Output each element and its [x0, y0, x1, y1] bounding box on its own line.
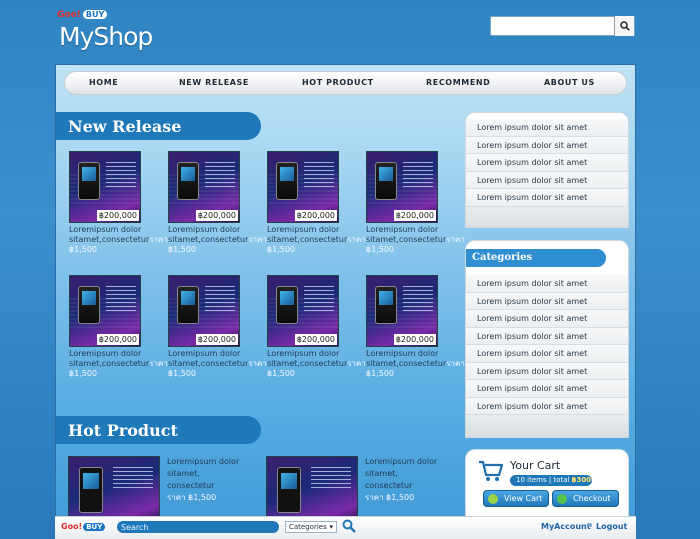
- separator-dot: [588, 523, 592, 527]
- product-image[interactable]: ฿200,000: [267, 151, 339, 223]
- category-item[interactable]: Lorem ipsum dolor sit amet: [466, 345, 628, 363]
- product-image[interactable]: ฿200,000: [366, 275, 438, 347]
- category-item[interactable]: Lorem ipsum dolor sit amet: [466, 292, 628, 310]
- chevron-down-icon: ▾: [329, 523, 333, 531]
- price-tag: ฿200,000: [294, 334, 337, 345]
- nav-recommend[interactable]: RECOMMEND: [426, 78, 490, 87]
- categories-filler: [466, 415, 628, 437]
- product-desc: Loremipsum dolor sitamet,consecteturราคา…: [366, 225, 465, 254]
- category-item[interactable]: Lorem ipsum dolor sit amet: [466, 397, 628, 415]
- nav-home[interactable]: HOME: [89, 78, 118, 87]
- bottom-search-input[interactable]: [117, 521, 279, 533]
- cart-summary: 10 items | total ฿30000: [510, 475, 592, 486]
- cart-items-label: items | total: [527, 476, 570, 484]
- cart-title: Your Cart: [510, 459, 561, 472]
- bottom-logo[interactable]: Goo! BUY: [61, 522, 106, 531]
- categories-select[interactable]: Categories ▾: [285, 521, 337, 533]
- brand-logo[interactable]: Goo! BUY MyShop: [57, 10, 157, 51]
- hot-product-desc: Loremipsum dolor sitamet, consectetur ราค…: [365, 457, 438, 502]
- product-desc: Loremipsum dolor sitamet,consecteturราคา…: [168, 225, 267, 254]
- category-item[interactable]: Lorem ipsum dolor sit amet: [466, 275, 628, 293]
- sidebar-link[interactable]: Lorem ipsum dolor sit amet: [466, 136, 628, 154]
- price-tag: ฿200,000: [195, 210, 238, 221]
- cart-count: 10: [516, 476, 525, 484]
- product-image[interactable]: ฿200,000: [168, 275, 240, 347]
- sidebar-filler: [466, 206, 628, 227]
- view-cart-button[interactable]: View Cart: [483, 490, 549, 507]
- product-desc: Loremipsum dolor sitamet,consecteturราคา…: [267, 225, 366, 254]
- main-container: HOME NEW RELEASE HOT PRODUCT RECOMMEND A…: [55, 64, 636, 539]
- sidebar-link[interactable]: Lorem ipsum dolor sit amet: [466, 171, 628, 189]
- product-desc: Loremipsum dolor sitamet,consecteturราคา…: [366, 349, 465, 378]
- arrow-right-icon: [557, 494, 567, 504]
- cart-icon: [479, 460, 504, 481]
- brand-sub: Goo! BUY: [57, 10, 108, 20]
- price-tag: ฿200,000: [294, 210, 337, 221]
- price-tag: ฿200,000: [393, 334, 436, 345]
- checkout-button[interactable]: Checkout: [552, 490, 619, 507]
- my-account-link[interactable]: MyAccount: [541, 522, 591, 531]
- search-icon[interactable]: [342, 519, 356, 533]
- brand-name: MyShop: [59, 22, 153, 51]
- sidebar-links: Lorem ipsum dolor sit amet Lorem ipsum d…: [465, 112, 629, 228]
- category-item[interactable]: Lorem ipsum dolor sit amet: [466, 362, 628, 380]
- nav-hot-product[interactable]: HOT PRODUCT: [302, 78, 374, 87]
- top-search-input[interactable]: [493, 18, 613, 34]
- price-tag: ฿200,000: [195, 334, 238, 345]
- product-image[interactable]: ฿200,000: [69, 151, 141, 223]
- categories-box: Categories Lorem ipsum dolor sit amet Lo…: [465, 240, 629, 438]
- price-tag: ฿200,000: [96, 334, 139, 345]
- top-search: [490, 16, 635, 36]
- bottom-toolbar: Goo!BUY Categories ▾ MyAccount Logout: [55, 516, 636, 539]
- product-image[interactable]: ฿200,000: [69, 275, 141, 347]
- nav-new-release[interactable]: NEW RELEASE: [179, 78, 249, 87]
- categories-title: Categories: [466, 249, 606, 267]
- product-image[interactable]: ฿200,000: [267, 275, 339, 347]
- product-desc: Loremipsum dolor sitamet,consecteturราคา…: [69, 225, 168, 254]
- logout-link[interactable]: Logout: [596, 522, 627, 531]
- basket-icon: [488, 494, 498, 504]
- product-image[interactable]: ฿200,000: [168, 151, 240, 223]
- product-desc: Loremipsum dolor sitamet,consecteturราคา…: [69, 349, 168, 378]
- price-tag: ฿200,000: [393, 210, 436, 221]
- price-tag: ฿200,000: [96, 210, 139, 221]
- new-release-title: New Release: [56, 112, 261, 140]
- nav-about-us[interactable]: ABOUT US: [544, 78, 595, 87]
- main-nav: HOME NEW RELEASE HOT PRODUCT RECOMMEND A…: [64, 71, 627, 95]
- hot-product-title: Hot Product: [56, 416, 261, 444]
- hot-product-desc: Loremipsum dolor sitamet, consectetur ราค…: [167, 457, 240, 502]
- top-search-button[interactable]: [614, 16, 634, 36]
- product-desc: Loremipsum dolor sitamet,consecteturราคา…: [267, 349, 366, 378]
- search-icon: [619, 21, 630, 31]
- category-item[interactable]: Lorem ipsum dolor sit amet: [466, 327, 628, 345]
- sidebar-link[interactable]: Lorem ipsum dolor sit amet: [466, 119, 628, 137]
- category-item[interactable]: Lorem ipsum dolor sit amet: [466, 310, 628, 328]
- sidebar-link[interactable]: Lorem ipsum dolor sit amet: [466, 189, 628, 207]
- category-item[interactable]: Lorem ipsum dolor sit amet: [466, 380, 628, 398]
- cart-total: ฿30000: [571, 476, 592, 484]
- product-desc: Loremipsum dolor sitamet,consecteturราคา…: [168, 349, 267, 378]
- sidebar-link[interactable]: Lorem ipsum dolor sit amet: [466, 154, 628, 172]
- product-image[interactable]: ฿200,000: [366, 151, 438, 223]
